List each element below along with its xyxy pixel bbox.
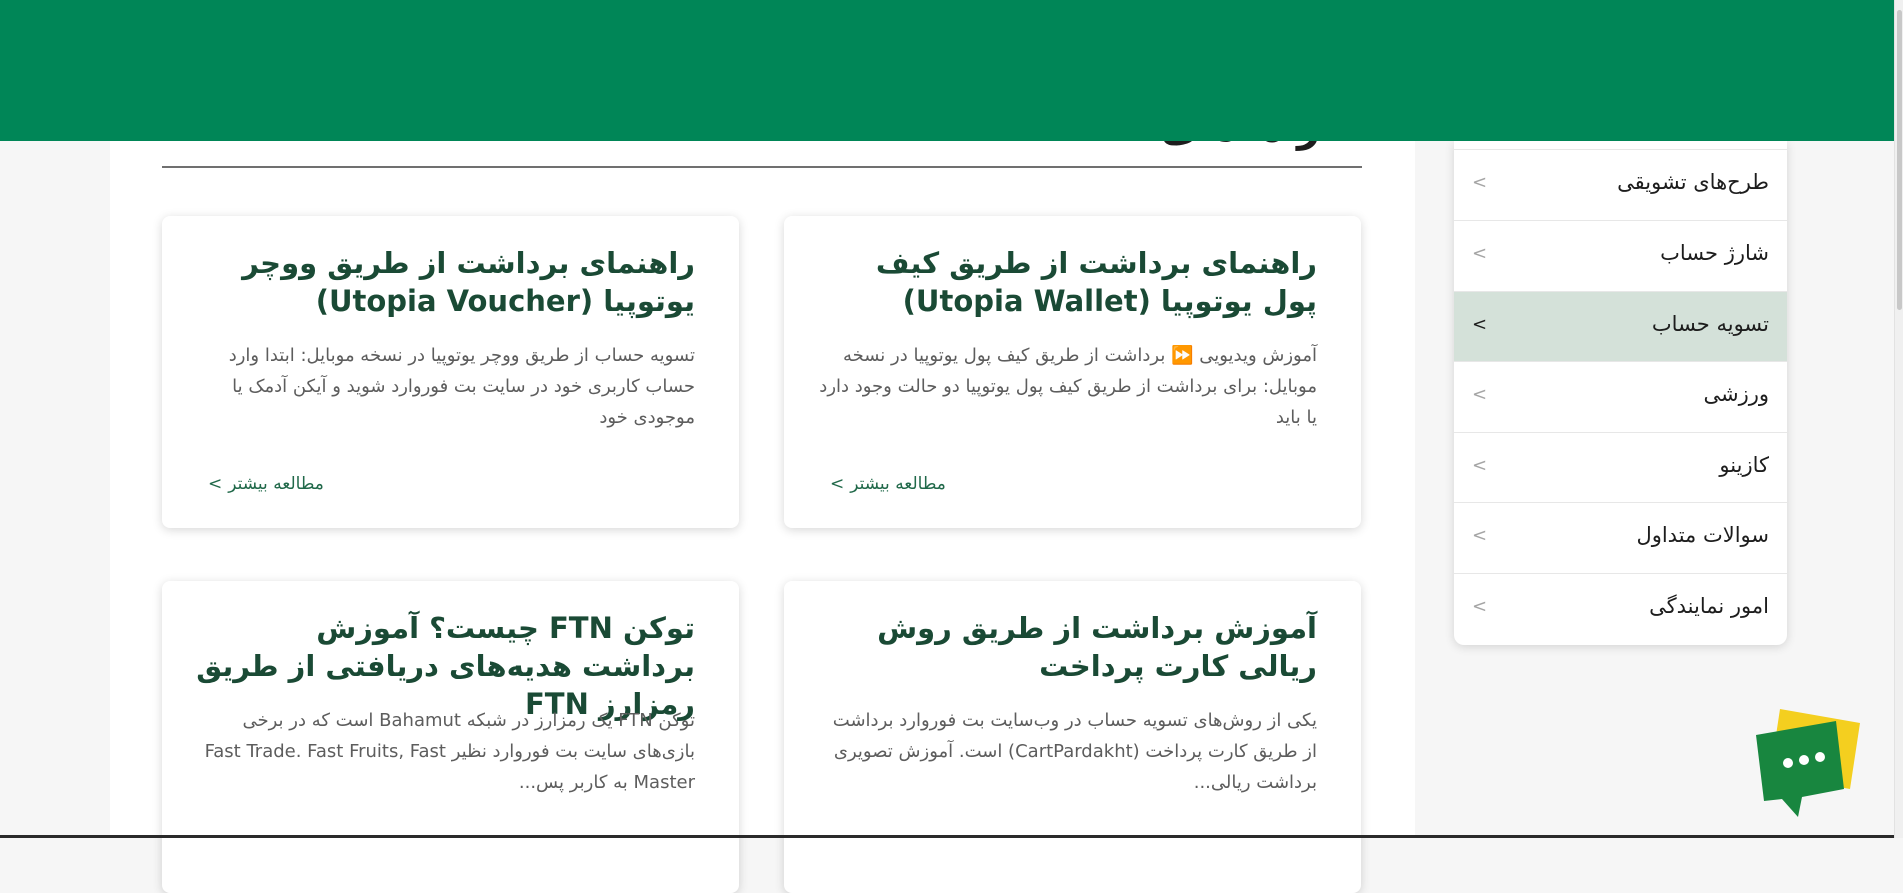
chevron-left-icon: > [1472, 455, 1488, 476]
sidebar-item-label: تسویه حساب [1651, 312, 1769, 336]
sidebar-item-casino[interactable]: کازینو > [1454, 432, 1787, 502]
sidebar-item-label: طرح‌های تشویقی [1617, 170, 1769, 194]
sidebar-item-label: سوالات متداول [1636, 523, 1769, 547]
chevron-left-icon: > [1472, 525, 1488, 546]
chevron-left-icon: > [1472, 172, 1488, 193]
site-header-bar [0, 0, 1895, 141]
chevron-left-icon: > [1472, 596, 1488, 617]
sidebar-item-sports[interactable]: ورزشی > [1454, 361, 1787, 431]
sidebar-item-promotions[interactable]: طرح‌های تشویقی > [1454, 149, 1787, 219]
sidebar-item-label: شارژ حساب [1660, 241, 1769, 265]
article-card[interactable]: راهنمای برداشت از طریق ووچر یوتوپیا (Uto… [162, 216, 739, 528]
article-card-excerpt: توکن FTN یک رمزارز در شبکه Bahamut است ک… [204, 710, 695, 793]
read-more-label: مطالعه بیشتر [850, 474, 946, 494]
article-card-excerpt: آموزش ویدیویی ⏩ برداشت از طریق کیف پول ی… [819, 345, 1317, 428]
sidebar-item-label: کازینو [1719, 453, 1769, 477]
chat-widget-button[interactable] [1752, 705, 1862, 820]
article-card-title[interactable]: راهنمای برداشت از طریق کیف پول یوتوپیا (… [817, 244, 1317, 320]
read-more-link[interactable]: مطالعه بیشتر> [208, 474, 324, 494]
read-more-label: مطالعه بیشتر [228, 474, 324, 494]
sidebar-item-label: ورزشی [1703, 382, 1769, 406]
sidebar-item-withdrawal[interactable]: تسویه حساب > [1454, 291, 1787, 361]
article-card-title[interactable]: راهنمای برداشت از طریق ووچر یوتوپیا (Uto… [195, 244, 695, 320]
article-card-excerpt: یکی از روش‌های تسویه حساب در وب‌سایت بت … [832, 710, 1317, 793]
chevron-left-icon: > [1472, 314, 1488, 335]
chevron-left-icon: > [830, 474, 845, 494]
sidebar-item-label: امور نمایندگی [1649, 594, 1769, 618]
sidebar-item-faq[interactable]: سوالات متداول > [1454, 502, 1787, 572]
article-card[interactable]: راهنمای برداشت از طریق کیف پول یوتوپیا (… [784, 216, 1361, 528]
article-card[interactable]: آموزش برداشت از طریق روش ریالی کارت پردا… [784, 581, 1361, 893]
chevron-left-icon: > [208, 474, 223, 494]
article-card[interactable]: توکن FTN چیست؟ آموزش برداشت هدیه‌های دری… [162, 581, 739, 893]
sidebar-item-deposit[interactable]: شارژ حساب > [1454, 220, 1787, 290]
article-card-title[interactable]: آموزش برداشت از طریق روش ریالی کارت پردا… [817, 609, 1317, 685]
article-card-excerpt: تسویه حساب از طریق ووچر یوتوپیا در نسخه … [228, 345, 695, 428]
sidebar-item-agency[interactable]: امور نمایندگی > [1454, 573, 1787, 643]
chevron-left-icon: > [1472, 243, 1488, 264]
category-sidebar: طرح‌های تشویقی > شارژ حساب > تسویه حساب … [1454, 141, 1787, 645]
scrollbar-thumb[interactable] [1897, 10, 1902, 310]
chat-bubble-icon [1756, 709, 1860, 817]
page-scrollbar[interactable] [1894, 0, 1903, 838]
chevron-left-icon: > [1472, 384, 1488, 405]
title-divider [162, 166, 1362, 168]
read-more-link[interactable]: مطالعه بیشتر> [830, 474, 946, 494]
